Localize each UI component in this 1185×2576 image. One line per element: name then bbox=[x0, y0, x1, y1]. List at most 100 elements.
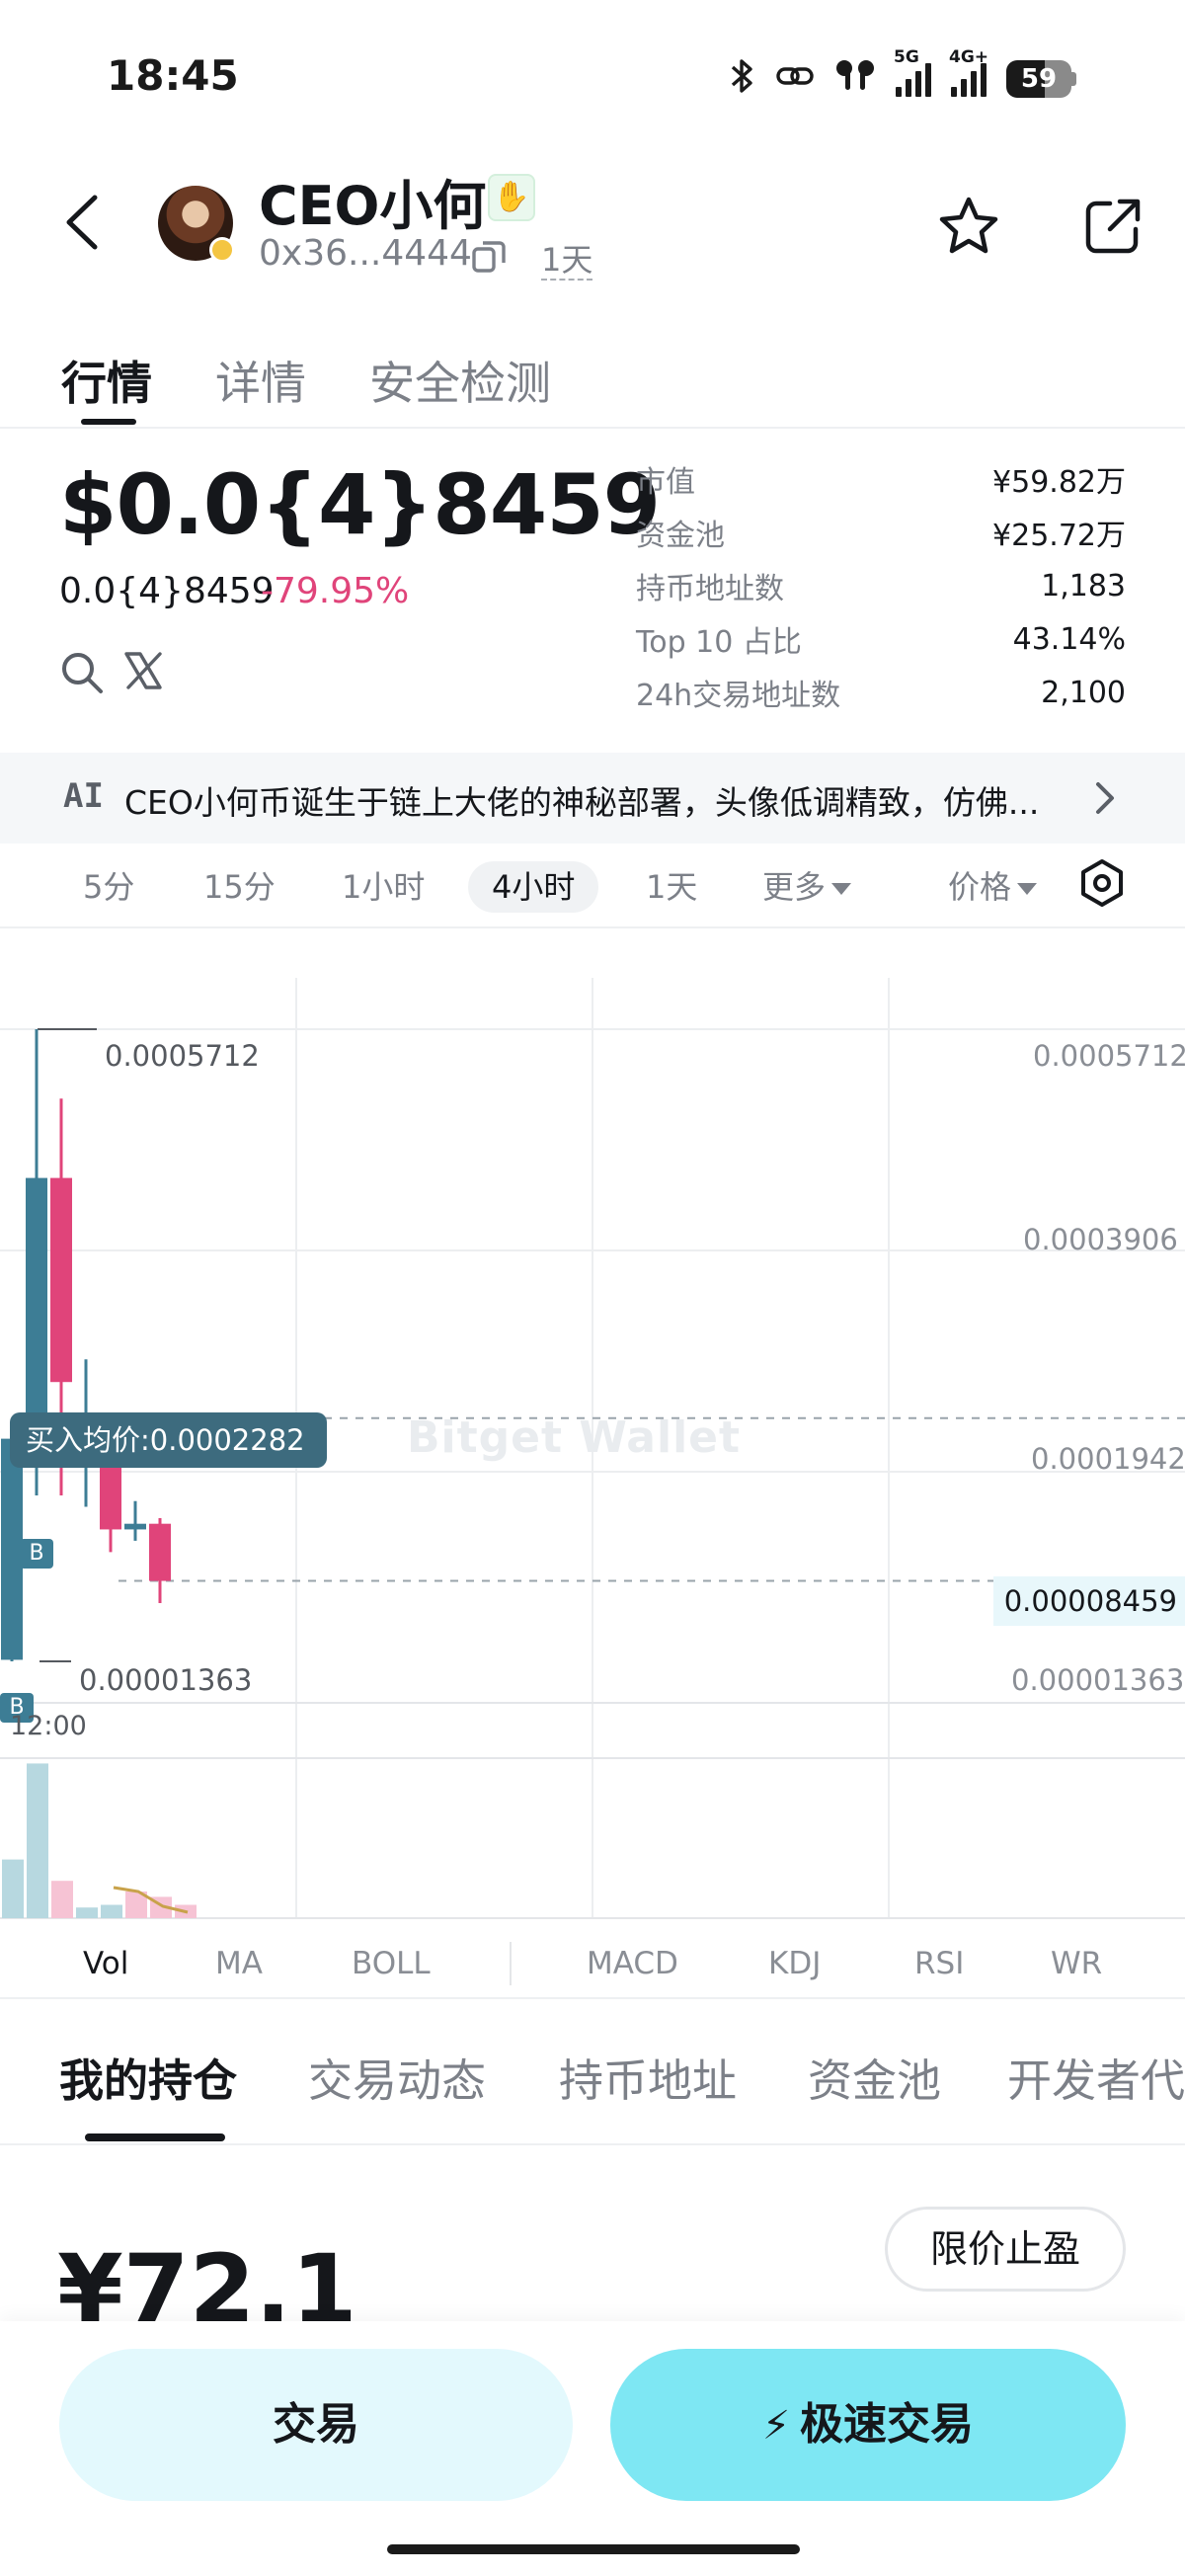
interval-bar: 5分 15分 1小时 4小时 1天 更多 价格 bbox=[0, 845, 1185, 926]
x-twitter-icon[interactable] bbox=[120, 648, 166, 693]
candle-body bbox=[124, 1523, 146, 1530]
tab-liquidity-pool[interactable]: 资金池 bbox=[808, 2045, 941, 2109]
stat-value: ¥59.82万 bbox=[992, 465, 1126, 500]
stat-label: 资金池 bbox=[636, 519, 725, 553]
volume-bar bbox=[27, 1763, 48, 1918]
share-icon bbox=[1085, 199, 1141, 254]
indicator-ma[interactable]: MA bbox=[215, 1946, 263, 1981]
status-icons: 5G 4G+ 59 bbox=[730, 47, 1076, 104]
indicator-vol[interactable]: Vol bbox=[83, 1946, 128, 1981]
battery-level: 59 bbox=[1020, 64, 1058, 94]
volume-bar bbox=[101, 1904, 122, 1918]
token-name: CEO小何 bbox=[259, 175, 487, 237]
low-price-label: 0.00001363 bbox=[79, 1663, 253, 1697]
main-tabs: 行情 详情 安全检测 bbox=[0, 336, 1185, 425]
price-mode-label: 价格 bbox=[948, 868, 1012, 906]
stat-value: 2,100 bbox=[1041, 675, 1126, 710]
stat-value: ¥25.72万 bbox=[992, 519, 1126, 553]
last-price-tag: 0.00008459 bbox=[993, 1576, 1185, 1626]
copy-icon[interactable] bbox=[470, 237, 508, 275]
y-axis-label: 0.0001942 bbox=[1031, 1442, 1185, 1476]
token-header: CEO小何 ✋ 0x36...4444 1天 bbox=[0, 158, 1185, 306]
candle-body bbox=[50, 1177, 72, 1383]
indicator-rsi[interactable]: RSI bbox=[914, 1946, 964, 1981]
divider bbox=[0, 1997, 1185, 1999]
fast-trade-button[interactable]: ⚡ 极速交易 bbox=[610, 2349, 1126, 2501]
candle-body bbox=[149, 1523, 171, 1581]
hand-badge-icon: ✋ bbox=[488, 174, 535, 221]
volume-bar bbox=[51, 1881, 73, 1918]
signal-5g-icon: 5G bbox=[894, 47, 931, 97]
ai-summary-text: CEO小何币诞生于链上大佬的神秘部署，头像低调精致，仿佛... bbox=[124, 783, 1040, 822]
indicator-separator bbox=[510, 1942, 512, 1985]
indicator-kdj[interactable]: KDJ bbox=[768, 1946, 821, 1981]
stat-label: Top 10 占比 bbox=[636, 625, 802, 660]
tab-underline bbox=[81, 419, 136, 425]
tab-trade-activity[interactable]: 交易动态 bbox=[308, 2045, 486, 2109]
search-icon[interactable] bbox=[59, 650, 105, 695]
earbuds-icon bbox=[834, 58, 876, 100]
volume-bar bbox=[2, 1859, 24, 1918]
stat-row: 24h交易地址数 2,100 bbox=[636, 666, 1126, 719]
back-button[interactable] bbox=[55, 188, 115, 257]
home-indicator[interactable] bbox=[387, 2544, 800, 2554]
indicator-boll[interactable]: BOLL bbox=[352, 1946, 431, 1981]
indicator-wr[interactable]: WR bbox=[1051, 1946, 1102, 1981]
link-icon bbox=[775, 59, 815, 99]
lightning-icon: ⚡ bbox=[761, 2403, 791, 2449]
ai-tag: AI bbox=[63, 776, 104, 816]
interval-1h[interactable]: 1小时 bbox=[342, 861, 425, 913]
tab-holders[interactable]: 持币地址 bbox=[559, 2045, 737, 2109]
interval-5m[interactable]: 5分 bbox=[83, 861, 134, 913]
tab-details[interactable]: 详情 bbox=[215, 348, 306, 413]
interval-more[interactable]: 更多 bbox=[762, 861, 852, 913]
indicator-bar: Vol MA BOLL MACD KDJ RSI WR bbox=[0, 1936, 1185, 1995]
ai-summary-banner[interactable]: AI CEO小何币诞生于链上大佬的神秘部署，头像低调精致，仿佛... bbox=[0, 753, 1185, 844]
position-tabs: 我的持仓 交易动态 持币地址 资金池 开发者代 bbox=[0, 2021, 1185, 2143]
divider bbox=[0, 427, 1185, 429]
stat-row: 市值 ¥59.82万 bbox=[636, 452, 1126, 506]
tab-security[interactable]: 安全检测 bbox=[369, 348, 551, 413]
stat-row: 持币地址数 1,183 bbox=[636, 559, 1126, 612]
stat-value: 43.14% bbox=[1012, 621, 1126, 657]
time-axis-label: 12:00 bbox=[10, 1711, 87, 1741]
tab-developer[interactable]: 开发者代 bbox=[1007, 2045, 1185, 2109]
chain-badge-icon bbox=[209, 237, 235, 263]
token-stats: 市值 ¥59.82万 资金池 ¥25.72万 持币地址数 1,183 Top 10 占… bbox=[636, 452, 1126, 719]
interval-4h[interactable]: 4小时 bbox=[468, 861, 599, 913]
divider bbox=[0, 2143, 1185, 2145]
stat-label: 市值 bbox=[636, 465, 695, 500]
trade-button[interactable]: 交易 bbox=[59, 2349, 573, 2501]
tab-market[interactable]: 行情 bbox=[61, 348, 152, 413]
interval-1d[interactable]: 1天 bbox=[646, 861, 697, 913]
chart-settings-icon[interactable] bbox=[1076, 857, 1128, 909]
y-axis-label: 0.0003906 bbox=[1023, 1223, 1178, 1256]
favorite-button[interactable] bbox=[934, 192, 1003, 261]
price-mode-select[interactable]: 价格 bbox=[948, 861, 1038, 913]
star-icon bbox=[939, 197, 998, 254]
buy-marker[interactable]: B bbox=[20, 1539, 53, 1569]
stat-label: 24h交易地址数 bbox=[636, 679, 841, 713]
bluetooth-icon bbox=[730, 57, 755, 101]
volume-bar bbox=[76, 1907, 98, 1918]
network-5g-label: 5G bbox=[894, 47, 919, 67]
stat-value: 1,183 bbox=[1041, 568, 1126, 604]
interval-15m[interactable]: 15分 bbox=[203, 861, 276, 913]
signal-4g-icon: 4G+ bbox=[949, 47, 988, 97]
divider bbox=[0, 926, 1185, 928]
holding-value: ¥72.1 bbox=[57, 2234, 357, 2321]
share-button[interactable] bbox=[1078, 192, 1147, 261]
candle-body bbox=[26, 1177, 47, 1439]
tab-my-position[interactable]: 我的持仓 bbox=[59, 2045, 237, 2109]
watermark: Bitget Wallet bbox=[407, 1412, 742, 1463]
limit-tp-button[interactable]: 限价止盈 bbox=[885, 2207, 1126, 2292]
caret-down-icon bbox=[831, 883, 852, 895]
interval-more-label: 更多 bbox=[762, 868, 827, 906]
price-main: $0.0{4}8459 bbox=[59, 456, 661, 553]
chevron-right-icon bbox=[1086, 778, 1122, 818]
price-change: -79.95% bbox=[261, 571, 410, 611]
avg-buy-price-tag: 买入均价:0.0002282 bbox=[10, 1412, 327, 1468]
indicator-macd[interactable]: MACD bbox=[587, 1946, 678, 1981]
status-bar: 18:45 5G 4G+ 59 bbox=[0, 0, 1185, 158]
battery-icon: 59 bbox=[1006, 60, 1076, 98]
